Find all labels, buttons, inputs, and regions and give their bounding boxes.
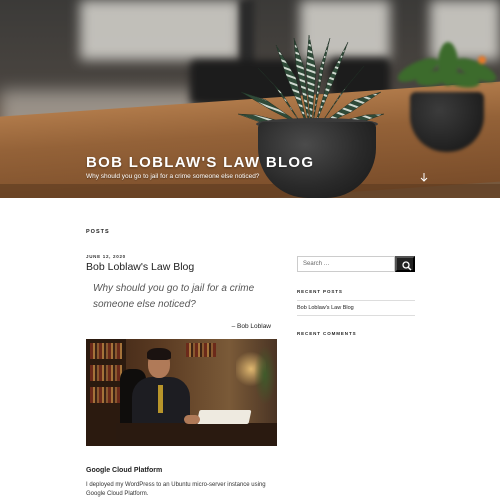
books xyxy=(90,343,122,359)
person-hair xyxy=(147,348,171,360)
divider xyxy=(297,300,415,301)
table-edge xyxy=(0,184,500,198)
recent-post-link[interactable]: Bob Loblaw's Law Blog xyxy=(297,305,354,311)
open-book xyxy=(196,410,252,424)
recent-posts-heading: RECENT POSTS xyxy=(297,289,343,294)
arrow-down-icon[interactable] xyxy=(419,172,429,182)
divider xyxy=(297,315,415,316)
post-body-text: I deployed my WordPress to an Ubuntu mic… xyxy=(86,482,266,497)
site-description: Why should you go to jail for a crime so… xyxy=(86,173,260,180)
site-title-link[interactable]: Bob Loblaw's Law Blog xyxy=(86,154,314,171)
site-header: Bob Loblaw's Law Blog Why should you go … xyxy=(0,0,500,198)
office-plant xyxy=(254,345,276,405)
quote-citation: – Bob Loblaw xyxy=(231,323,271,330)
post-date-link[interactable]: JUNE 12, 2020 xyxy=(86,254,126,259)
post-title-link[interactable]: Bob Loblaw's Law Blog xyxy=(86,261,194,273)
books xyxy=(90,387,122,403)
person-tie xyxy=(158,385,163,413)
background-window xyxy=(80,0,240,60)
person-hand xyxy=(184,415,200,424)
books xyxy=(90,365,122,381)
post-subheading: Google Cloud Platform xyxy=(86,467,163,474)
succulent-plant-image xyxy=(237,34,385,129)
books xyxy=(186,343,216,357)
desk xyxy=(116,423,277,446)
search-input[interactable]: Search … xyxy=(297,256,395,272)
recent-comments-heading: RECENT COMMENTS xyxy=(297,331,357,336)
post-image[interactable] xyxy=(86,339,277,446)
arrow-down-glyph xyxy=(420,173,428,182)
search-icon xyxy=(402,261,412,271)
post-quote: Why should you go to jail for a crime so… xyxy=(93,283,255,310)
background-plant-image xyxy=(398,42,497,88)
search-button[interactable] xyxy=(395,256,415,272)
posts-heading: POSTS xyxy=(86,229,110,235)
